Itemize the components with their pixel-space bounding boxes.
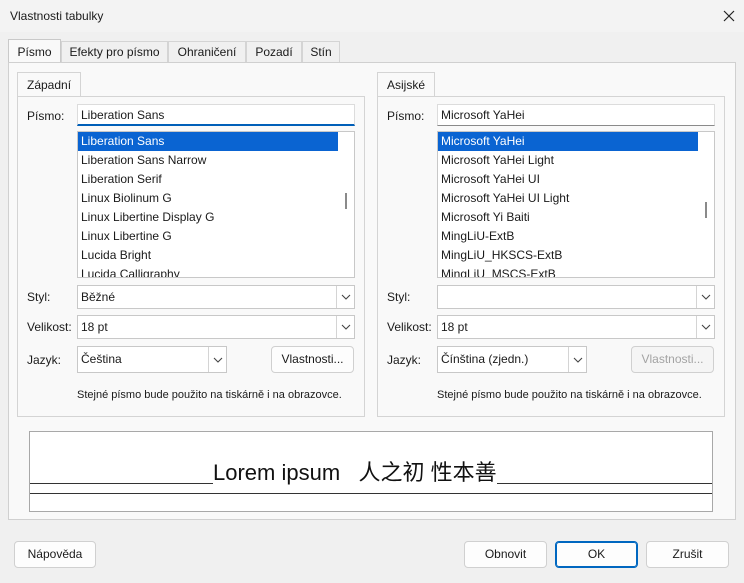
tab-background[interactable]: Pozadí bbox=[246, 41, 302, 63]
asian-style-label: Styl: bbox=[387, 290, 411, 304]
font-preview: Lorem ipsum 人之初 性本善 bbox=[29, 431, 713, 512]
list-item[interactable]: Liberation Sans Narrow bbox=[78, 151, 354, 170]
chevron-down-icon[interactable] bbox=[208, 347, 226, 372]
list-item[interactable]: Microsoft YaHei Light bbox=[438, 151, 714, 170]
tab-font[interactable]: Písmo bbox=[8, 39, 61, 63]
list-item[interactable]: Microsoft YaHei UI Light bbox=[438, 189, 714, 208]
list-item[interactable]: MingLiU_MSCS-ExtB bbox=[438, 265, 714, 277]
list-item[interactable]: Lucida Calligraphy bbox=[78, 265, 354, 277]
list-item[interactable]: Liberation Serif bbox=[78, 170, 354, 189]
asian-font-input[interactable]: Microsoft YaHei bbox=[437, 104, 715, 126]
list-item[interactable]: Microsoft YaHei bbox=[438, 132, 714, 151]
western-language-label: Jazyk: bbox=[27, 353, 62, 367]
ok-button[interactable]: OK bbox=[555, 541, 638, 568]
chevron-down-icon[interactable] bbox=[696, 286, 714, 308]
list-item[interactable]: Linux Libertine G bbox=[78, 227, 354, 246]
western-features-button[interactable]: Vlastnosti... bbox=[271, 346, 354, 373]
list-item[interactable]: Linux Libertine Display G bbox=[78, 208, 354, 227]
tab-borders[interactable]: Ohraničení bbox=[168, 41, 246, 63]
reset-button[interactable]: Obnovit bbox=[464, 541, 547, 568]
list-item[interactable]: Microsoft YaHei UI bbox=[438, 170, 714, 189]
western-style-select[interactable]: Běžné bbox=[77, 285, 355, 309]
western-language-select[interactable]: Čeština bbox=[77, 346, 227, 373]
asian-size-value: 18 pt bbox=[441, 320, 468, 334]
cancel-button[interactable]: Zrušit bbox=[646, 541, 729, 568]
window-title: Vlastnosti tabulky bbox=[10, 9, 104, 23]
list-item[interactable]: MingLiU-ExtB bbox=[438, 227, 714, 246]
asian-language-value: Čínština (zjedn.) bbox=[441, 352, 529, 366]
western-language-value: Čeština bbox=[81, 352, 122, 366]
chevron-down-icon[interactable] bbox=[336, 286, 354, 308]
preview-underline bbox=[30, 493, 712, 494]
list-item[interactable]: Linux Biolinum G bbox=[78, 189, 354, 208]
asian-group-tab[interactable]: Asijské bbox=[377, 72, 436, 96]
western-list-scrollbar[interactable] bbox=[338, 132, 354, 277]
asian-features-button[interactable]: Vlastnosti... bbox=[631, 346, 714, 373]
chevron-down-icon[interactable] bbox=[568, 347, 586, 372]
asian-language-label: Jazyk: bbox=[387, 353, 422, 367]
western-font-input[interactable]: Liberation Sans bbox=[77, 104, 355, 126]
asian-font-label: Písmo: bbox=[387, 109, 425, 123]
asian-language-select[interactable]: Čínština (zjedn.) bbox=[437, 346, 587, 373]
list-item[interactable]: Liberation Sans bbox=[78, 132, 354, 151]
western-style-value: Běžné bbox=[81, 290, 116, 304]
close-icon[interactable] bbox=[718, 5, 740, 27]
list-item[interactable]: MingLiU_HKSCS-ExtB bbox=[438, 246, 714, 265]
tab-shadow[interactable]: Stín bbox=[302, 41, 340, 63]
title-bar: Vlastnosti tabulky bbox=[0, 0, 744, 32]
list-item[interactable]: Lucida Bright bbox=[78, 246, 354, 265]
preview-text: Lorem ipsum 人之初 性本善 bbox=[213, 458, 497, 488]
western-size-value: 18 pt bbox=[81, 320, 108, 334]
list-item[interactable]: Microsoft Yi Baiti bbox=[438, 208, 714, 227]
asian-size-select[interactable]: 18 pt bbox=[437, 315, 715, 339]
western-note: Stejné písmo bude použito na tiskárně i … bbox=[77, 389, 342, 401]
tab-font-effects[interactable]: Efekty pro písmo bbox=[61, 41, 168, 63]
asian-font-list[interactable]: Microsoft YaHei Microsoft YaHei Light Mi… bbox=[437, 131, 715, 278]
western-group-tab[interactable]: Západní bbox=[17, 72, 82, 96]
asian-style-select[interactable] bbox=[437, 285, 715, 309]
help-button[interactable]: Nápověda bbox=[14, 541, 96, 568]
asian-size-label: Velikost: bbox=[387, 320, 432, 334]
chevron-down-icon[interactable] bbox=[336, 316, 354, 338]
asian-note: Stejné písmo bude použito na tiskárně i … bbox=[437, 389, 702, 401]
western-size-select[interactable]: 18 pt bbox=[77, 315, 355, 339]
scrollbar-thumb[interactable] bbox=[345, 193, 347, 209]
western-font-label: Písmo: bbox=[27, 109, 65, 123]
western-style-label: Styl: bbox=[27, 290, 51, 304]
western-font-list[interactable]: Liberation Sans Liberation Sans Narrow L… bbox=[77, 131, 355, 278]
western-size-label: Velikost: bbox=[27, 320, 72, 334]
asian-list-scrollbar[interactable] bbox=[698, 132, 714, 277]
chevron-down-icon[interactable] bbox=[696, 316, 714, 338]
scrollbar-thumb[interactable] bbox=[705, 202, 707, 218]
